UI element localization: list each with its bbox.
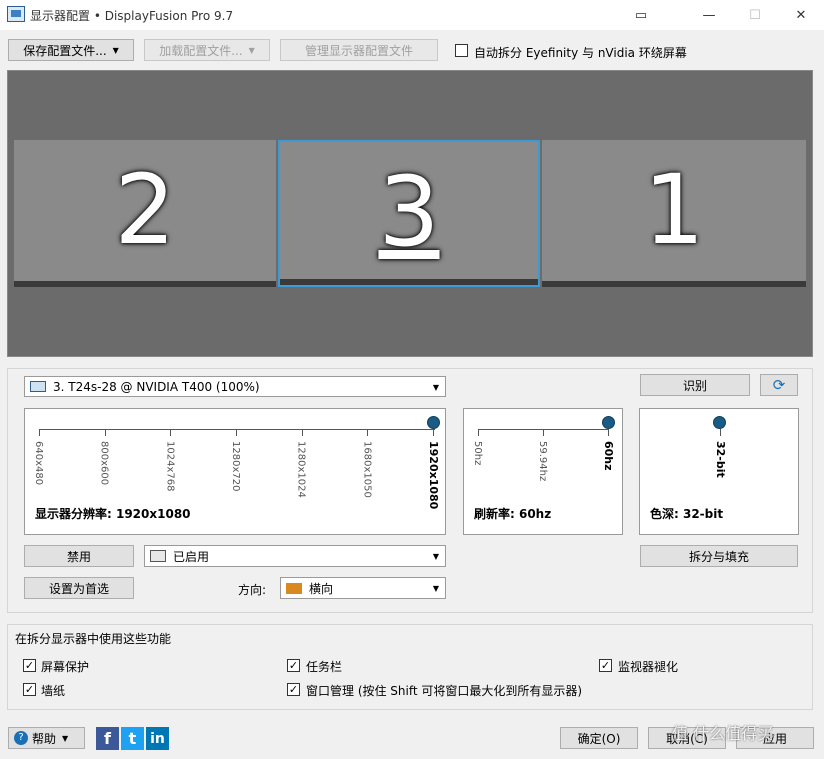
slider-tick-label: 59.94hz <box>537 441 548 482</box>
monitor-number: 1 <box>643 154 705 266</box>
help-label: 帮助 <box>32 731 57 746</box>
slider-tick-label: 800x600 <box>98 441 110 486</box>
slider-tick <box>301 429 303 436</box>
refresh-rate-panel: 50hz 59.94hz 60hz 刷新率: 60hz <box>463 408 623 535</box>
maximize-button: ☐ <box>749 7 761 23</box>
auto-split-label: 自动拆分 Eyefinity 与 nVidia 环绕屏幕 <box>474 46 687 60</box>
split-features-heading: 在拆分显示器中使用这些功能 <box>15 632 172 646</box>
slider-tick-label: 1280x720 <box>230 441 241 492</box>
monitor-layout-preview: 2 3 1 <box>7 70 813 357</box>
monitor-number: 3 <box>378 156 440 268</box>
twitter-icon[interactable]: t <box>121 727 144 750</box>
slider-tick <box>170 429 172 436</box>
ok-button[interactable]: 确定(O) <box>560 727 638 749</box>
monitor-number: 2 <box>114 154 176 266</box>
identify-button[interactable]: 识别 <box>640 374 750 396</box>
slider-tick <box>236 429 237 436</box>
slider-tick-label: 1680x1050 <box>361 441 373 498</box>
linkedin-icon[interactable]: in <box>146 727 169 750</box>
slider-tick-label: 60hz <box>602 441 615 471</box>
load-profile-button: 加载配置文件... ▼ <box>144 39 270 61</box>
landscape-icon <box>286 582 302 594</box>
slider-tick <box>433 429 434 436</box>
refresh-icon[interactable]: ⟳ <box>760 374 798 396</box>
chevron-down-icon: ▼ <box>62 733 69 743</box>
slider-tick-label: 1024x768 <box>164 441 176 492</box>
monitor-fading-label: 监视器褪化 <box>618 660 679 674</box>
monitor-taskbar <box>542 281 806 287</box>
chevron-down-icon: ▼ <box>112 45 119 55</box>
screensaver-checkbox[interactable]: ✓ <box>23 659 36 672</box>
slider-tick <box>367 429 369 436</box>
app-icon <box>7 6 25 22</box>
refresh-caption: 刷新率: 60hz <box>474 507 552 521</box>
window-management-label: 窗口管理 (按住 Shift 可将窗口最大化到所有显示器) <box>306 684 583 698</box>
monitor-state-select[interactable]: 已启用 ▼ <box>144 545 446 567</box>
auto-split-checkbox[interactable] <box>455 44 468 57</box>
wallpaper-label: 墙纸 <box>41 684 66 698</box>
monitor-preview-3[interactable]: 3 <box>278 140 540 287</box>
chevron-down-icon: ▼ <box>432 552 439 561</box>
disable-button[interactable]: 禁用 <box>24 545 134 567</box>
help-button[interactable]: ? 帮助 ▼ <box>8 727 85 749</box>
chevron-down-icon: ▼ <box>432 383 439 392</box>
slider-tick-label: 50hz <box>472 441 483 466</box>
set-primary-button[interactable]: 设置为首选 <box>24 577 134 599</box>
resolution-slider-thumb[interactable] <box>427 416 440 429</box>
close-button[interactable]: ✕ <box>778 0 824 30</box>
taskbar-label: 任务栏 <box>306 660 343 674</box>
resolution-panel: 640x480 800x600 1024x768 1280x720 1280x1024 1… <box>24 408 446 535</box>
slider-tick-label: 1920x1080 <box>427 441 440 510</box>
color-depth-panel: 32-bit 色深: 32-bit <box>639 408 799 535</box>
monitor-taskbar <box>14 281 276 287</box>
window-management-checkbox[interactable]: ✓ <box>287 683 300 696</box>
monitor-icon <box>30 381 46 392</box>
taskbar-checkbox[interactable]: ✓ <box>287 659 300 672</box>
screensaver-label: 屏幕保护 <box>41 660 90 674</box>
monitor-select-value: 3. T24s-28 @ NVIDIA T400 (100%) <box>53 379 260 394</box>
slider-tick-label: 640x480 <box>33 441 44 486</box>
refresh-slider-thumb[interactable] <box>602 416 615 429</box>
orientation-value: 横向 <box>309 581 334 596</box>
monitor-preview-2[interactable]: 2 <box>14 140 276 287</box>
orientation-select[interactable]: 横向 ▼ <box>280 577 446 599</box>
help-icon: ? <box>14 731 28 745</box>
monitor-select[interactable]: 3. T24s-28 @ NVIDIA T400 (100%) ▼ <box>24 376 446 397</box>
restore-icon[interactable]: ▭ <box>618 0 664 30</box>
manage-profiles-button: 管理显示器配置文件 <box>280 39 438 61</box>
orientation-label: 方向: <box>238 583 267 597</box>
monitor-state-value: 已启用 <box>173 549 210 564</box>
title-bar: 显示器配置 • DisplayFusion Pro 9.7 ▭ — ☐ ✕ <box>0 0 824 30</box>
facebook-icon[interactable]: f <box>96 727 119 750</box>
slider-tick <box>478 429 479 436</box>
monitor-fading-checkbox[interactable]: ✓ <box>599 659 612 672</box>
slider-tick <box>543 429 544 436</box>
monitor-taskbar <box>280 279 538 285</box>
monitor-enabled-icon <box>150 550 166 562</box>
color-depth-caption: 色深: 32-bit <box>650 507 724 521</box>
manage-profiles-label: 管理显示器配置文件 <box>304 43 413 58</box>
slider-tick-label: 1280x1024 <box>295 441 307 498</box>
save-profile-button[interactable]: 保存配置文件... ▼ <box>8 39 134 61</box>
save-profile-label: 保存配置文件... <box>23 43 107 58</box>
slider-tick <box>104 429 106 436</box>
slider-tick <box>608 429 609 436</box>
resolution-slider-track[interactable] <box>39 429 435 430</box>
load-profile-label: 加载配置文件... <box>159 43 243 58</box>
split-fill-button[interactable]: 拆分与填充 <box>640 545 798 567</box>
slider-tick <box>39 429 40 436</box>
wallpaper-checkbox[interactable]: ✓ <box>23 683 36 696</box>
color-depth-slider-thumb[interactable] <box>713 416 726 429</box>
resolution-caption: 显示器分辨率: 1920x1080 <box>35 507 191 521</box>
minimize-button[interactable]: — <box>686 0 732 30</box>
slider-tick <box>720 429 721 436</box>
slider-tick-label: 32-bit <box>714 441 727 478</box>
chevron-down-icon: ▼ <box>432 584 439 593</box>
window-title: 显示器配置 • DisplayFusion Pro 9.7 <box>30 9 234 23</box>
chevron-down-icon: ▼ <box>248 45 255 55</box>
watermark: 值 什么值得买 <box>672 724 774 743</box>
monitor-preview-1[interactable]: 1 <box>542 140 806 287</box>
